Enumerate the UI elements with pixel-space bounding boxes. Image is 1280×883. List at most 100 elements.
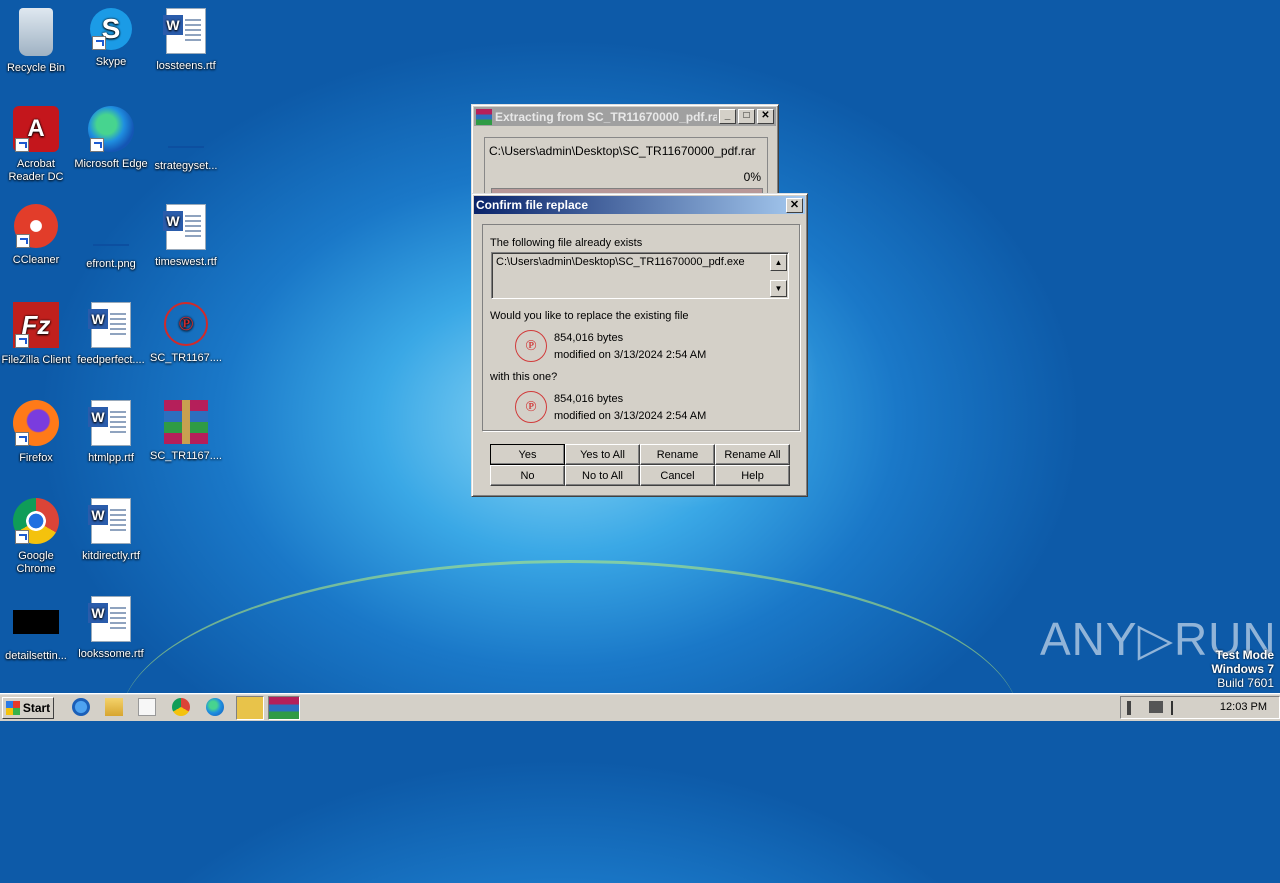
- desktop-icon-label: Microsoft Edge: [74, 158, 148, 170]
- taskbar: Start 12:03 PM: [0, 693, 1280, 721]
- desktop-icon-label: efront.png: [86, 258, 136, 270]
- with-label: with this one?: [490, 371, 558, 383]
- no-to-all-button[interactable]: No to All: [565, 465, 640, 486]
- recycle-bin-icon: [19, 8, 53, 56]
- desktop-icon-recycle-bin[interactable]: Recycle Bin: [0, 8, 74, 75]
- yes-button[interactable]: Yes: [490, 444, 565, 465]
- winrar-archive-icon: [164, 400, 208, 444]
- desktop-icon-label: Google Chrome: [16, 550, 56, 575]
- desktop-icon-detailsettin[interactable]: detailsettin...: [0, 596, 74, 663]
- confirm-dialog-title: Confirm file replace: [476, 198, 589, 212]
- close-button[interactable]: ✕: [786, 197, 803, 213]
- word-document-icon: [163, 204, 206, 250]
- desktop-icon-label: lookssome.rtf: [78, 648, 144, 660]
- dialog-buttons: Yes Yes to All Rename Rename All No No t…: [490, 444, 790, 486]
- desktop-icon-feedperfect[interactable]: feedperfect....: [73, 302, 149, 367]
- desktop-icon-edge[interactable]: Microsoft Edge: [73, 106, 149, 171]
- action-center-flag-icon[interactable]: [1171, 701, 1185, 715]
- build-label: Build 7601: [1217, 676, 1274, 690]
- edge-taskbar-icon[interactable]: [206, 698, 224, 716]
- test-mode-notice: Test Mode Windows 7 Build 7601: [1211, 648, 1274, 690]
- desktop-icon-label: FileZilla Client: [1, 354, 71, 366]
- archive-path: C:\Users\admin\Desktop\SC_TR11670000_pdf…: [489, 144, 756, 158]
- desktop-icon-sc-tr-pdf[interactable]: ℗ SC_TR1167....: [148, 302, 224, 365]
- scroll-down-button[interactable]: ▼: [770, 280, 787, 297]
- start-button[interactable]: Start: [2, 697, 54, 719]
- file-icon: [162, 106, 210, 154]
- chrome-taskbar-icon[interactable]: [172, 698, 190, 716]
- desktop-icon-lookssome[interactable]: lookssome.rtf: [73, 596, 149, 661]
- desktop-icon-lossteens[interactable]: lossteens.rtf: [148, 8, 224, 73]
- acrobat-reader-icon: A: [13, 106, 59, 152]
- yes-to-all-button[interactable]: Yes to All: [565, 444, 640, 465]
- help-button[interactable]: Help: [715, 465, 790, 486]
- confirm-replace-dialog[interactable]: Confirm file replace ✕ The following fil…: [471, 193, 808, 497]
- rename-button[interactable]: Rename: [640, 444, 715, 465]
- outlook-taskbar-icon[interactable]: [236, 696, 264, 720]
- close-button[interactable]: ✕: [757, 109, 774, 124]
- extract-window-title: Extracting from SC_TR11670000_pdf.rar: [495, 109, 717, 124]
- desktop-icon-sc-tr-rar[interactable]: SC_TR1167....: [148, 400, 224, 463]
- internet-explorer-icon[interactable]: [72, 698, 90, 716]
- desktop-icon-label: detailsettin...: [5, 650, 67, 662]
- desktop-icon-htmlpp[interactable]: htmlpp.rtf: [73, 400, 149, 465]
- clock[interactable]: 12:03 PM: [1220, 701, 1267, 713]
- cancel-button[interactable]: Cancel: [640, 465, 715, 486]
- desktop-icon-skype[interactable]: S Skype: [73, 8, 149, 69]
- desktop-icon-firefox[interactable]: Firefox: [0, 400, 74, 465]
- shortcut-arrow-icon: [15, 530, 29, 544]
- maximize-button[interactable]: □: [738, 109, 755, 124]
- desktop-icon-label: timeswest.rtf: [155, 256, 217, 268]
- desktop-icon-label: kitdirectly.rtf: [82, 550, 140, 562]
- desktop-icon-acrobat[interactable]: A Acrobat Reader DC: [0, 106, 74, 184]
- desktop-icon-label: htmlpp.rtf: [88, 452, 134, 464]
- shortcut-arrow-icon: [92, 36, 106, 50]
- filezilla-icon: Fz: [13, 302, 59, 348]
- desktop-icon-timeswest[interactable]: timeswest.rtf: [148, 204, 224, 269]
- pdf-file-icon: ℗: [164, 302, 208, 346]
- shortcut-arrow-icon: [15, 138, 29, 152]
- confirm-dialog-titlebar[interactable]: Confirm file replace ✕: [474, 196, 805, 214]
- desktop-icon-filezilla[interactable]: Fz FileZilla Client: [0, 302, 74, 367]
- existing-file-size: 854,016 bytes: [554, 332, 624, 344]
- chrome-icon: [13, 498, 59, 544]
- desktop-icon-efront[interactable]: efront.png: [73, 204, 149, 271]
- desktop-icon-strategyset[interactable]: strategyset...: [148, 106, 224, 173]
- volume-icon[interactable]: [1127, 701, 1141, 715]
- os-label: Windows 7: [1211, 662, 1274, 676]
- file-path: C:\Users\admin\Desktop\SC_TR11670000_pdf…: [496, 256, 745, 268]
- windows-logo-icon: [5, 701, 20, 715]
- ccleaner-icon: [14, 204, 58, 248]
- black-file-icon: [13, 610, 59, 634]
- word-document-icon: [88, 400, 131, 446]
- progress-percent: 0%: [743, 170, 761, 184]
- desktop-icon-kitdirectly[interactable]: kitdirectly.rtf: [73, 498, 149, 563]
- media-player-icon[interactable]: [138, 698, 156, 716]
- rename-all-button[interactable]: Rename All: [715, 444, 790, 465]
- network-icon[interactable]: [1149, 701, 1163, 713]
- desktop-icon-label: feedperfect....: [77, 354, 145, 366]
- exists-label: The following file already exists: [490, 237, 643, 249]
- scroll-up-button[interactable]: ▲: [770, 254, 787, 271]
- desktop-icon-label: CCleaner: [12, 254, 60, 266]
- file-explorer-icon[interactable]: [105, 698, 123, 716]
- file-path-box[interactable]: C:\Users\admin\Desktop\SC_TR11670000_pdf…: [491, 252, 789, 299]
- winrar-taskbar-icon[interactable]: [268, 696, 300, 720]
- word-document-icon: [163, 8, 206, 54]
- wallpaper-swirl: [120, 560, 1020, 883]
- replace-question: Would you like to replace the existing f…: [490, 310, 689, 322]
- extract-window-titlebar[interactable]: Extracting from SC_TR11670000_pdf.rar _ …: [474, 107, 776, 126]
- new-file-modified: modified on 3/13/2024 2:54 AM: [554, 410, 707, 422]
- new-file-size: 854,016 bytes: [554, 393, 624, 405]
- desktop-icon-label: SC_TR1167....: [150, 352, 222, 364]
- desktop-icon-label: lossteens.rtf: [156, 60, 216, 72]
- desktop-icon-chrome[interactable]: Google Chrome: [0, 498, 74, 576]
- no-button[interactable]: No: [490, 465, 565, 486]
- existing-file-icon: ℗: [515, 330, 547, 362]
- minimize-button[interactable]: _: [719, 109, 736, 124]
- test-mode-label: Test Mode: [1215, 648, 1274, 662]
- desktop-icon-ccleaner[interactable]: CCleaner: [0, 204, 74, 267]
- shortcut-arrow-icon: [16, 234, 30, 248]
- desktop-icon-label: Recycle Bin: [6, 62, 66, 74]
- shortcut-arrow-icon: [90, 138, 104, 152]
